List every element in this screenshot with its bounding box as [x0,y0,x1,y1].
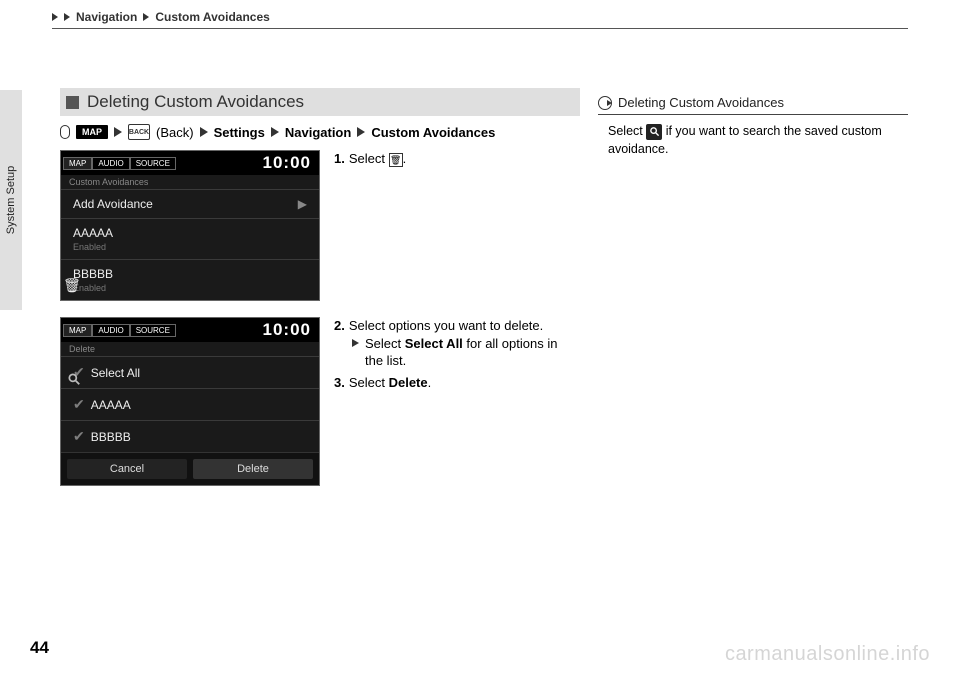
side-tab: System Setup [0,90,22,310]
step-text: Select [365,336,405,351]
path-custom: Custom Avoidances [371,125,495,140]
step-2: 2.Select options you want to delete. Sel… [334,317,564,370]
chevron-right-icon [114,127,122,137]
breadcrumb: Navigation Custom Avoidances [52,10,908,29]
ss-tab-map: MAP [63,324,92,337]
ss-tab-source: SOURCE [130,324,176,337]
step-text: Select [349,375,389,390]
ss-row-label: Add Avoidance [73,197,153,211]
trash-icon: 🗑 [389,153,403,167]
note-header: Deleting Custom Avoidances [598,95,908,115]
ss-clock: 10:00 [263,320,317,340]
step-text: . [428,375,432,390]
ss-subtitle: Custom Avoidances [61,175,319,189]
check-icon: ✔ [73,396,85,413]
section-title: Deleting Custom Avoidances [87,92,304,112]
ss-row-b: BBBBB Enabled [61,259,319,300]
step-1: 1.Select 🗑. [334,150,564,168]
step-3: 3.Select Delete. [334,374,564,392]
page-number: 44 [30,638,49,658]
note-title: Deleting Custom Avoidances [618,95,784,110]
search-icon [67,372,81,389]
step-text-bold: Delete [389,375,428,390]
ss-tab-audio: AUDIO [92,324,129,337]
step-text: . [403,151,407,166]
screenshot-2: MAP AUDIO SOURCE 10:00 Delete ✔Select Al… [60,317,320,486]
chevron-right-icon [64,13,70,21]
voice-icon [60,125,70,139]
ss-tab-source: SOURCE [130,157,176,170]
note-body: Select if you want to search the saved c… [598,123,908,158]
ss-row-label: AAAAA [73,226,113,240]
step-text: Select [349,151,389,166]
watermark: carmanualsonline.info [725,643,930,666]
step-text-bold: Select All [405,336,463,351]
breadcrumb-item: Navigation [76,10,137,24]
chevron-right-icon [143,13,149,21]
step-text: Select options you want to delete. [349,318,543,333]
trash-icon: 🗑 [63,277,81,294]
breadcrumb-item: Custom Avoidances [155,10,269,24]
menu-path: MAP BACK (Back) Settings Navigation Cust… [60,124,580,140]
back-icon: BACK [128,124,150,140]
ss-row-sublabel: Enabled [73,242,113,252]
search-icon [646,124,662,140]
ss-row-label: Select All [91,366,140,380]
ss-delete-button: Delete [193,459,313,479]
reference-icon [598,96,612,110]
chevron-right-icon [200,127,208,137]
ss-row-add: Add Avoidance ▶ [61,189,319,218]
ss-subtitle: Delete [61,342,319,356]
ss-row-b: ✔ BBBBB [61,420,319,452]
note-text: Select [608,124,646,138]
ss-tab-audio: AUDIO [92,157,129,170]
chevron-right-icon [52,13,58,21]
ss-row-selectall: ✔Select All [61,356,319,388]
square-bullet-icon [66,96,79,109]
section-header: Deleting Custom Avoidances [60,88,580,116]
screenshot-1: MAP AUDIO SOURCE 10:00 Custom Avoidances… [60,150,320,301]
path-settings: Settings [214,125,265,140]
check-icon: ✔ [73,428,85,445]
ss-row-a: ✔ AAAAA [61,388,319,420]
path-navigation: Navigation [285,125,351,140]
chevron-right-icon [271,127,279,137]
chevron-right-icon [357,127,365,137]
ss-row-label: AAAAA [91,398,131,412]
chevron-right-icon [352,339,359,347]
ss-clock: 10:00 [263,153,317,173]
ss-tab-map: MAP [63,157,92,170]
map-chip: MAP [76,125,108,139]
path-back-label: (Back) [156,125,194,140]
ss-cancel-button: Cancel [67,459,187,479]
ss-row-label: BBBBB [91,430,131,444]
side-tab-label: System Setup [5,166,17,234]
chevron-right-icon: ▶ [298,197,307,211]
ss-row-a: AAAAA Enabled [61,218,319,259]
